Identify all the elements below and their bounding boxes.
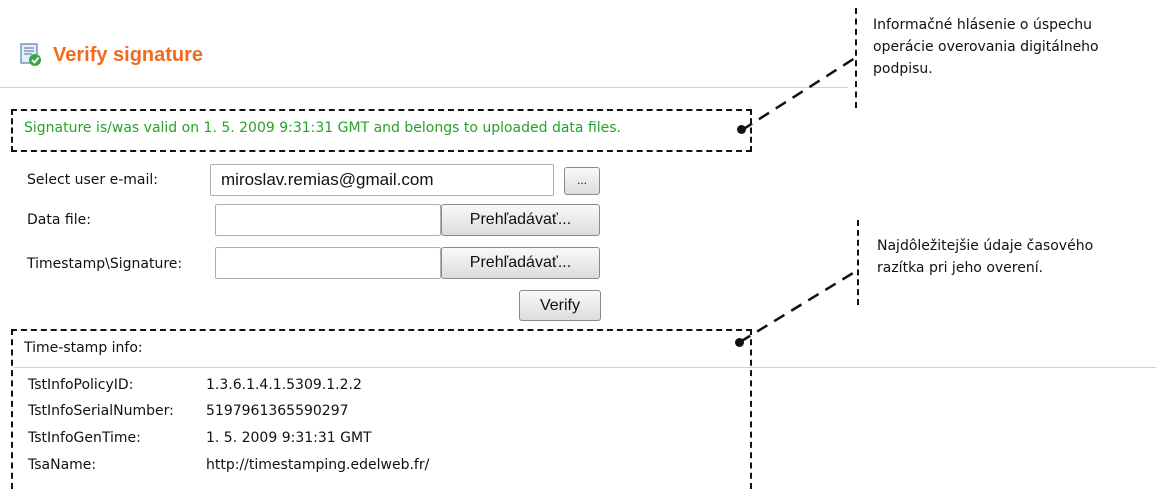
- annotation-note-1-line: podpisu.: [873, 61, 933, 77]
- callout-bracket-2: [857, 220, 859, 305]
- annotation-note-2-line: Najdôležitejšie údaje časového: [877, 238, 1094, 254]
- annotation-note-1-line: Informačné hlásenie o úspechu: [873, 17, 1093, 33]
- callout-dot-1: [737, 125, 746, 134]
- annotation-note-1: Informačné hlásenie o úspechu operácie o…: [873, 14, 1099, 80]
- annotation-note-1-line: operácie overovania digitálneho: [873, 39, 1099, 55]
- annotation-note-2: Najdôležitejšie údaje časového razítka p…: [877, 235, 1093, 279]
- annotation-note-2-line: razítka pri jeho overení.: [877, 260, 1044, 276]
- callout-dot-2: [735, 338, 744, 347]
- callout-bracket-1: [855, 8, 857, 108]
